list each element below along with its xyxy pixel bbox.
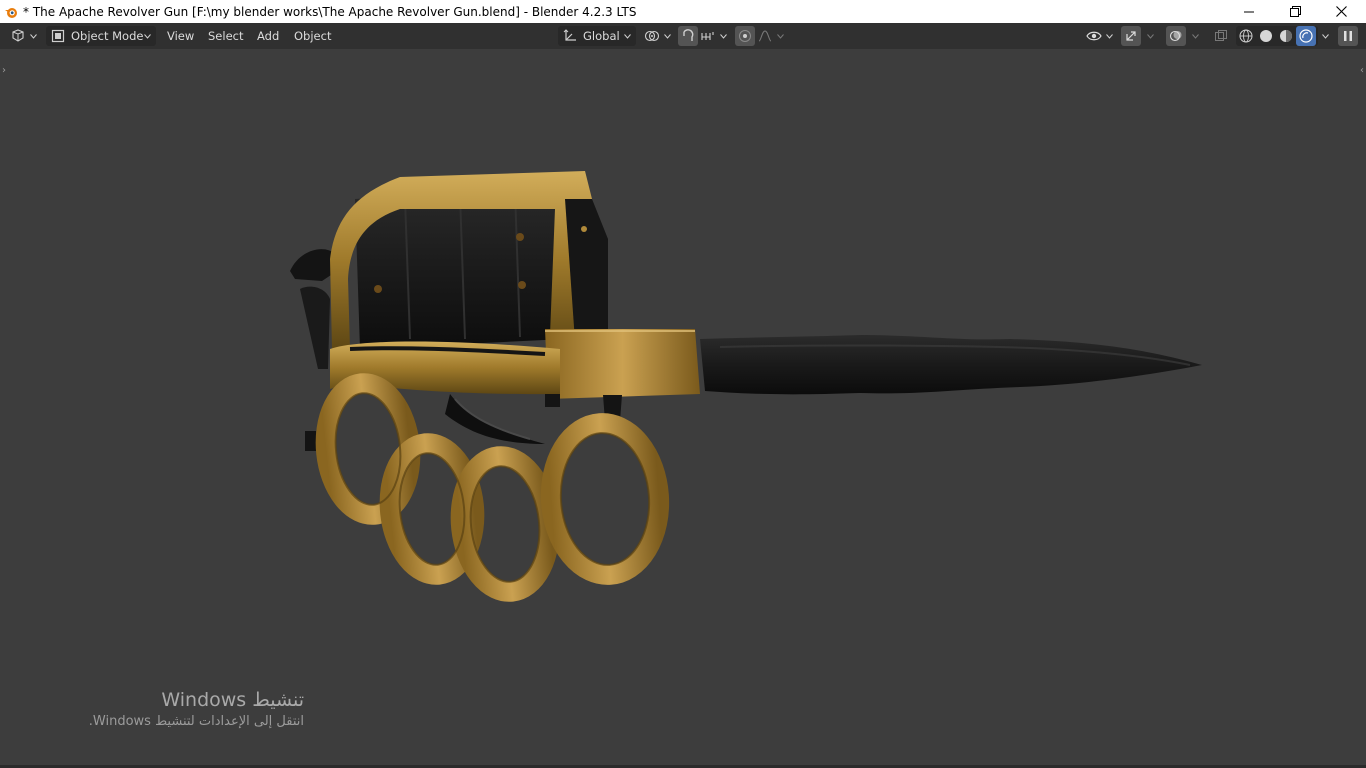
menu-select[interactable]: Select [203,26,248,46]
menu-add-label: Add [257,29,280,43]
chevron-down-icon [1322,33,1329,39]
xray-icon [1215,30,1227,41]
wireframe-shading-button[interactable] [1236,26,1256,46]
chevron-down-icon [624,33,631,39]
menu-object-label: Object [294,29,332,43]
chevron-down-icon [720,33,727,39]
orientation-global-icon [563,29,576,41]
overlays-icon [1169,30,1182,42]
wireframe-shading-icon [1239,29,1253,43]
transform-orientation-dropdown[interactable]: Global [558,26,636,46]
solid-shading-button[interactable] [1256,26,1276,46]
gizmo-dropdown[interactable] [1143,26,1157,46]
proportional-falloff-dropdown[interactable] [757,26,785,46]
proportional-edit-icon [739,30,751,42]
viewport-header: Object Mode View Select Add Object Globa… [0,23,1366,49]
object-visibility-dropdown[interactable] [1086,26,1114,46]
activation-title: تنشيط Windows [161,689,304,711]
knife-blade [700,335,1202,395]
chevron-down-icon [144,33,151,39]
solid-shading-icon [1260,30,1272,42]
menu-select-label: Select [208,29,244,43]
chevron-down-icon [1192,33,1199,39]
chevron-down-icon [777,33,784,39]
object-mode-icon [51,29,65,43]
chevron-down-icon [30,33,37,39]
ricasso-block [545,329,700,399]
3d-viewport[interactable]: › ‹ تنشيط Windows انتقل إلى الإعدادات لت… [0,49,1366,768]
close-button[interactable] [1318,0,1364,23]
menu-view-label: View [167,29,195,43]
menu-object[interactable]: Object [289,26,336,46]
windows-activation-notice: تنشيط Windows انتقل إلى الإعدادات لتنشيط… [89,688,304,732]
snap-toggle[interactable] [678,26,698,46]
falloff-curve-icon [758,30,772,42]
pause-render-button[interactable] [1338,26,1358,46]
object-visibility-icon [1086,31,1102,41]
chevron-down-icon [1147,33,1154,39]
pivot-point-dropdown[interactable] [644,26,672,46]
editor-type-button[interactable] [10,26,40,46]
mode-label: Object Mode [71,29,144,43]
gizmo-toggle[interactable] [1121,26,1141,46]
proportional-edit-toggle[interactable] [735,26,755,46]
material-preview-button[interactable] [1276,26,1296,46]
snap-target-dropdown[interactable] [700,26,728,46]
minimize-icon [1244,11,1254,12]
restore-icon [1289,6,1301,17]
rendered-shading-button[interactable] [1296,26,1316,46]
snap-magnet-icon [683,29,694,41]
window-title-bar: * The Apache Revolver Gun [F:\my blender… [0,0,1366,23]
rendered-shading-icon [1299,29,1313,43]
menu-add[interactable]: Add [252,26,284,46]
window-title: * The Apache Revolver Gun [F:\my blender… [23,4,637,19]
material-preview-icon [1280,30,1292,42]
minimize-button[interactable] [1226,0,1272,23]
trigger [445,394,545,444]
mode-dropdown[interactable]: Object Mode [46,26,156,46]
pause-icon [1344,31,1352,41]
snap-increment-icon [701,32,714,40]
shading-mode-group [1236,26,1318,46]
shading-options-dropdown[interactable] [1318,26,1330,46]
gizmo-icon [1126,31,1136,41]
chevron-down-icon [1106,33,1113,39]
restore-button[interactable] [1272,0,1318,23]
xray-toggle[interactable] [1211,26,1231,46]
blender-logo-icon [5,7,17,18]
menu-view[interactable]: View [162,26,199,46]
pivot-point-icon [644,30,660,42]
overlays-toggle[interactable] [1166,26,1186,46]
chevron-down-icon [664,33,671,39]
activation-subtitle: انتقل إلى الإعدادات لتنشيط Windows. [88,714,304,729]
orientation-label: Global [583,29,620,43]
view3d-editor-icon [12,29,24,42]
overlays-dropdown[interactable] [1188,26,1202,46]
apache-revolver-knuckle-knife-model[interactable] [0,49,1366,768]
close-icon [1335,6,1347,17]
